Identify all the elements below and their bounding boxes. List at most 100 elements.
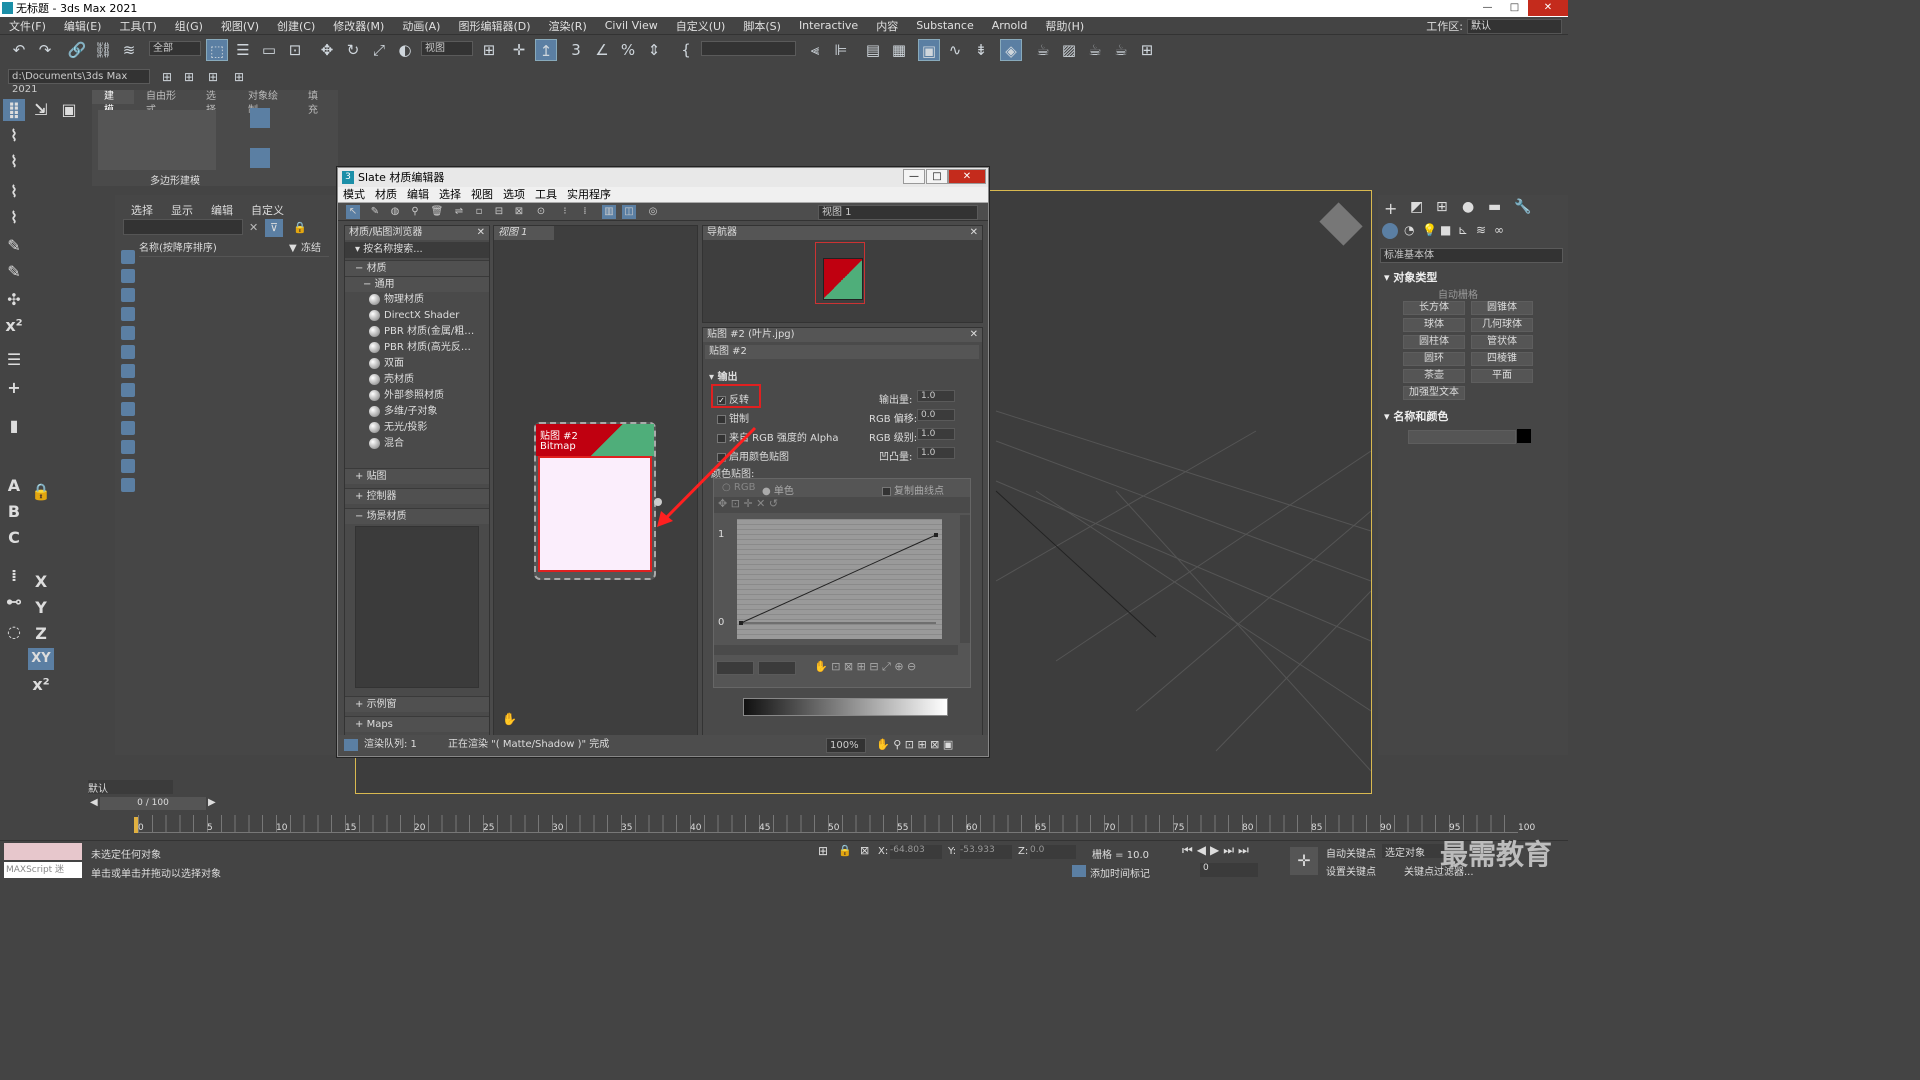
show-end-result-icon[interactable]: ⊙ (534, 205, 548, 219)
ribbon-group-label[interactable]: 多边形建模 (150, 172, 200, 187)
ribbon-tab-selection[interactable]: 选择 (194, 90, 236, 116)
show-map-icon[interactable]: ⊟ (492, 205, 506, 219)
add-icon[interactable]: + (3, 377, 25, 399)
snaps-toggle-icon[interactable]: 3 (565, 39, 587, 61)
shapes-icon[interactable]: ◔ (1404, 223, 1414, 237)
ribbon-tab-populate[interactable]: 填充 (296, 90, 338, 116)
text-c-icon[interactable]: C (3, 527, 25, 549)
param-close-icon[interactable]: ✕ (970, 328, 978, 342)
torus-button[interactable]: 圆环 (1403, 352, 1465, 366)
menu-arnold[interactable]: Arnold (983, 19, 1037, 32)
loop-select-icon[interactable]: ⌇ (3, 207, 25, 229)
schematic-view-icon[interactable]: ⇟ (970, 39, 992, 61)
group-scene-materials[interactable]: − 场景材质 (345, 508, 489, 524)
select-by-name-icon[interactable]: ☰ (232, 39, 254, 61)
slate-nav-icons[interactable]: ✋ ⚲ ⊡ ⊞ ⊠ ▣ (876, 735, 953, 755)
link-icon[interactable]: 🔗 (66, 39, 88, 61)
bump-amount-spinner[interactable]: 1.0 (917, 447, 955, 459)
menu-create[interactable]: 创建(C) (268, 18, 324, 34)
axis-tool-icon[interactable]: ✣ (3, 289, 25, 311)
render-iterative-icon[interactable]: ☕ (1110, 39, 1132, 61)
rendered-frame-window-icon[interactable]: ▨ (1058, 39, 1080, 61)
output-amount-spinner[interactable]: 1.0 (917, 390, 955, 402)
scene-menu-customize[interactable]: 自定义 (251, 202, 284, 218)
box-button[interactable]: 长方体 (1403, 301, 1465, 315)
move-icon[interactable]: ✥ (316, 39, 338, 61)
create-project-icon[interactable]: ⊞ (202, 66, 224, 88)
maximize-button[interactable]: □ (1501, 0, 1528, 16)
pyramid-button[interactable]: 四棱锥 (1471, 352, 1533, 366)
group-sample-slots[interactable]: + 示例窗 (345, 696, 489, 712)
group-general[interactable]: − 通用 (345, 276, 489, 292)
axis-x-icon[interactable]: X (30, 571, 52, 593)
scene-menu-display[interactable]: 显示 (171, 202, 193, 218)
move-tool-icon[interactable]: ⌇ (3, 181, 25, 203)
pick-material-icon[interactable]: ✎ (368, 205, 382, 219)
selection-filter-dropdown[interactable]: 全部 (149, 41, 201, 56)
display-containers-icon[interactable] (121, 421, 135, 435)
place-icon[interactable]: ◐ (394, 39, 416, 61)
z-coord-field[interactable]: 0.0 (1030, 845, 1076, 859)
display-cameras-icon[interactable] (121, 307, 135, 321)
x-coord-field[interactable]: -64.803 (890, 845, 942, 859)
select-object-icon[interactable]: ⬚ (206, 39, 228, 61)
align-icon[interactable]: ⊫ (830, 39, 852, 61)
render-production-icon[interactable]: ☕ (1084, 39, 1106, 61)
project-settings-icon[interactable]: ⊞ (228, 66, 250, 88)
scale-icon[interactable]: ⤢ (368, 39, 390, 61)
render-queue-icon[interactable] (344, 739, 358, 751)
material-xref[interactable]: 外部参照材质 (345, 388, 489, 404)
time-slider-next-icon[interactable]: ▶ (208, 797, 216, 808)
maxscript-listener-pink[interactable] (4, 843, 82, 860)
y-coord-field[interactable]: -53.933 (960, 845, 1012, 859)
move-children-icon[interactable]: ⇌ (452, 205, 466, 219)
select-by-material-icon[interactable]: ◎ (646, 205, 660, 219)
plane-button[interactable]: 平面 (1471, 369, 1533, 383)
view-tab[interactable]: 视图 1 (494, 226, 554, 240)
menu-animation[interactable]: 动画(A) (393, 18, 449, 34)
menu-civil-view[interactable]: Civil View (596, 19, 667, 32)
column-name[interactable]: 名称(按降序排序) (139, 243, 217, 254)
slate-menu-options[interactable]: 选项 (498, 187, 530, 202)
curve-editor-icon[interactable]: ∿ (944, 39, 966, 61)
menu-view[interactable]: 视图(V) (212, 18, 268, 34)
hide-unused-icon[interactable]: ▫ (472, 205, 486, 219)
layers-icon[interactable]: ☰ (3, 349, 25, 371)
spacewarps-icon[interactable]: ≋ (1476, 223, 1486, 237)
curve-graph[interactable] (737, 519, 942, 639)
auto-grid-checkbox[interactable]: 自动栅格 (1438, 286, 1478, 301)
filter-icon[interactable]: ⊽ (265, 219, 283, 237)
create-tab-icon[interactable]: + (1384, 199, 1397, 218)
scene-menu-edit[interactable]: 编辑 (211, 202, 233, 218)
viewport-layout-icon[interactable]: ▣ (58, 99, 80, 121)
rgb-level-spinner[interactable]: 1.0 (917, 428, 955, 440)
pan-hand-icon[interactable]: ✋ (502, 712, 517, 726)
menu-group[interactable]: 组(G) (166, 18, 212, 34)
snap-grid-icon[interactable]: ⁞ (3, 565, 25, 587)
show-background-icon[interactable]: ⊠ (512, 205, 526, 219)
lock-icon[interactable]: 🔒 (30, 481, 52, 503)
display-xrefs-icon[interactable] (121, 383, 135, 397)
select-region-icon[interactable]: ⇲ (30, 99, 52, 121)
axis-y-icon[interactable]: Y (30, 597, 52, 619)
unlink-icon[interactable]: ⛓ (92, 39, 114, 61)
material-matte-shadow[interactable]: 无光/投影 (345, 420, 489, 436)
layout-children-icon[interactable]: ⁞ (578, 205, 592, 219)
menu-interactive[interactable]: Interactive (790, 19, 867, 32)
bind-space-warp-icon[interactable]: ≋ (118, 39, 140, 61)
named-selection-sets-dropdown[interactable] (701, 41, 796, 56)
cone-button[interactable]: 圆锥体 (1471, 301, 1533, 315)
current-frame-input[interactable]: 0 (1200, 863, 1258, 877)
cylinder-button[interactable]: 圆柱体 (1403, 335, 1465, 349)
paint-select-icon[interactable]: ⌇ (3, 151, 25, 173)
cameras-icon[interactable]: ■ (1440, 223, 1451, 237)
percent-snap-icon[interactable]: % (617, 39, 639, 61)
menu-graph-editors[interactable]: 图形编辑器(D) (449, 18, 539, 34)
display-groups-icon[interactable] (121, 364, 135, 378)
navigator-close-icon[interactable]: ✕ (970, 226, 978, 240)
curve-v-scrollbar[interactable] (960, 515, 970, 643)
material-physical[interactable]: 物理材质 (345, 292, 489, 308)
material-multi-sub[interactable]: 多维/子对象 (345, 404, 489, 420)
hierarchy-tab-icon[interactable]: ⊞ (1436, 199, 1448, 215)
modify-tab-icon[interactable]: ◩ (1410, 199, 1423, 215)
